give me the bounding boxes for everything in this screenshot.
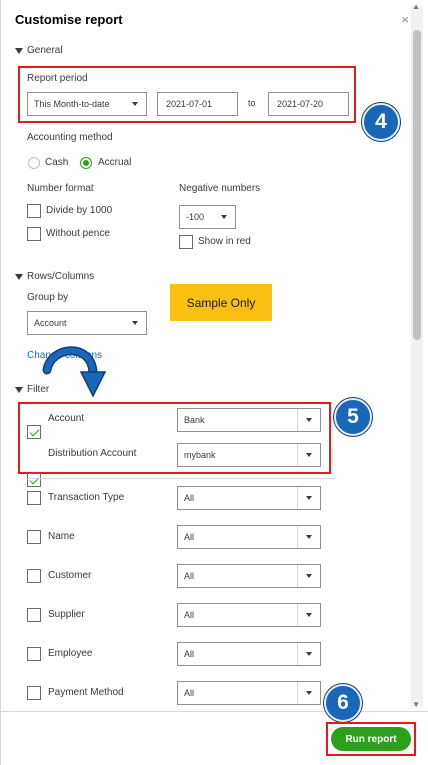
account-filter-select[interactable]: Bank (177, 408, 321, 432)
show-in-red-label: Show in red (198, 236, 251, 247)
filter-label-distribution-account: Distribution Account (48, 448, 137, 459)
accrual-radio[interactable] (80, 157, 92, 169)
name-filter-select[interactable]: All (177, 525, 321, 549)
distribution-account-filter-value: mybank (184, 450, 216, 460)
chevron-down-icon (132, 102, 138, 106)
collapse-triangle-icon (15, 273, 23, 280)
report-period-value: This Month-to-date (34, 99, 110, 109)
negative-numbers-value: -100 (186, 212, 205, 222)
cash-radio[interactable] (28, 157, 40, 169)
chevron-down-icon (297, 444, 320, 466)
number-format-label: Number format (27, 183, 94, 194)
group-by-label: Group by (27, 292, 69, 303)
customer-checkbox[interactable] (27, 569, 41, 583)
close-icon[interactable]: × (401, 12, 409, 27)
filter-label-customer: Customer (48, 570, 92, 581)
scroll-up-icon[interactable]: ▲ (412, 2, 420, 11)
show-in-red-checkbox[interactable] (179, 235, 193, 249)
chevron-down-icon (221, 215, 227, 219)
chevron-down-icon (297, 487, 320, 509)
account-checkbox[interactable] (27, 425, 41, 439)
distribution-account-filter-select[interactable]: mybank (177, 443, 321, 467)
scroll-down-icon[interactable]: ▼ (412, 700, 420, 709)
employee-filter-select[interactable]: All (177, 642, 321, 666)
filter-label-payment-method: Payment Method (48, 687, 124, 698)
section-general-label: General (27, 45, 63, 56)
without-pence-label: Without pence (46, 228, 110, 239)
chevron-down-icon (297, 682, 320, 704)
transaction-type-filter-value: All (184, 493, 195, 503)
employee-filter-value: All (184, 649, 195, 659)
sample-only-note: Sample Only (170, 284, 272, 321)
supplier-checkbox[interactable] (27, 608, 41, 622)
chevron-down-icon (132, 321, 138, 325)
section-rows-columns-toggle[interactable]: Rows/Columns (15, 271, 94, 282)
collapse-triangle-icon (15, 47, 23, 54)
without-pence-checkbox[interactable] (27, 227, 41, 241)
section-general-toggle[interactable]: General (15, 45, 63, 56)
step-5-badge: 5 (334, 398, 372, 436)
filter-label-name: Name (48, 531, 75, 542)
name-checkbox[interactable] (27, 530, 41, 544)
cash-label: Cash (45, 157, 69, 168)
customer-filter-select[interactable]: All (177, 564, 321, 588)
negative-numbers-label: Negative numbers (179, 183, 261, 194)
collapse-triangle-icon (15, 386, 23, 393)
run-report-button[interactable]: Run report (331, 727, 411, 751)
filter-label-transaction-type: Transaction Type (48, 492, 125, 503)
distribution-account-checkbox[interactable] (27, 473, 41, 487)
footer-divider (1, 711, 428, 712)
transaction-type-checkbox[interactable] (27, 491, 41, 505)
accrual-label: Accrual (98, 157, 132, 168)
step-4-badge: 4 (362, 103, 400, 141)
transaction-type-filter-select[interactable]: All (177, 486, 321, 510)
filter-label-supplier: Supplier (48, 609, 85, 620)
chevron-down-icon (297, 643, 320, 665)
section-filter-label: Filter (27, 384, 50, 395)
report-period-select[interactable]: This Month-to-date (27, 92, 147, 116)
supplier-filter-select[interactable]: All (177, 603, 321, 627)
scrollbar-thumb[interactable] (413, 30, 421, 340)
group-by-value: Account (34, 318, 67, 328)
name-filter-value: All (184, 532, 195, 542)
chevron-down-icon (297, 409, 320, 431)
section-filter-toggle[interactable]: Filter (15, 384, 49, 395)
payment-method-checkbox[interactable] (27, 686, 41, 700)
negative-numbers-select[interactable]: -100 (179, 205, 236, 229)
divide-by-1000-label: Divide by 1000 (46, 205, 113, 216)
annotation-arrow-icon (42, 346, 107, 398)
to-label: to (248, 98, 256, 108)
supplier-filter-value: All (184, 610, 195, 620)
to-date-input[interactable]: 2021-07-20 (268, 92, 349, 116)
chevron-down-icon (297, 604, 320, 626)
chevron-down-icon (297, 565, 320, 587)
filter-divider (27, 478, 334, 479)
filter-label-employee: Employee (48, 648, 93, 659)
report-period-label: Report period (27, 73, 88, 84)
chevron-down-icon (297, 526, 320, 548)
divide-by-1000-checkbox[interactable] (27, 204, 41, 218)
payment-method-filter-select[interactable]: All (177, 681, 321, 705)
section-rows-columns-label: Rows/Columns (27, 271, 95, 282)
customer-filter-value: All (184, 571, 195, 581)
payment-method-filter-value: All (184, 688, 195, 698)
group-by-select[interactable]: Account (27, 311, 147, 335)
employee-checkbox[interactable] (27, 647, 41, 661)
from-date-input[interactable]: 2021-07-01 (157, 92, 238, 116)
filter-label-account: Account (48, 413, 85, 424)
accounting-method-label: Accounting method (27, 132, 113, 143)
dialog-title: Customise report (15, 12, 123, 27)
account-filter-value: Bank (184, 415, 205, 425)
step-6-badge: 6 (324, 684, 362, 722)
customise-report-panel: ▲ ▼ Customise report × General Report pe… (0, 0, 428, 765)
